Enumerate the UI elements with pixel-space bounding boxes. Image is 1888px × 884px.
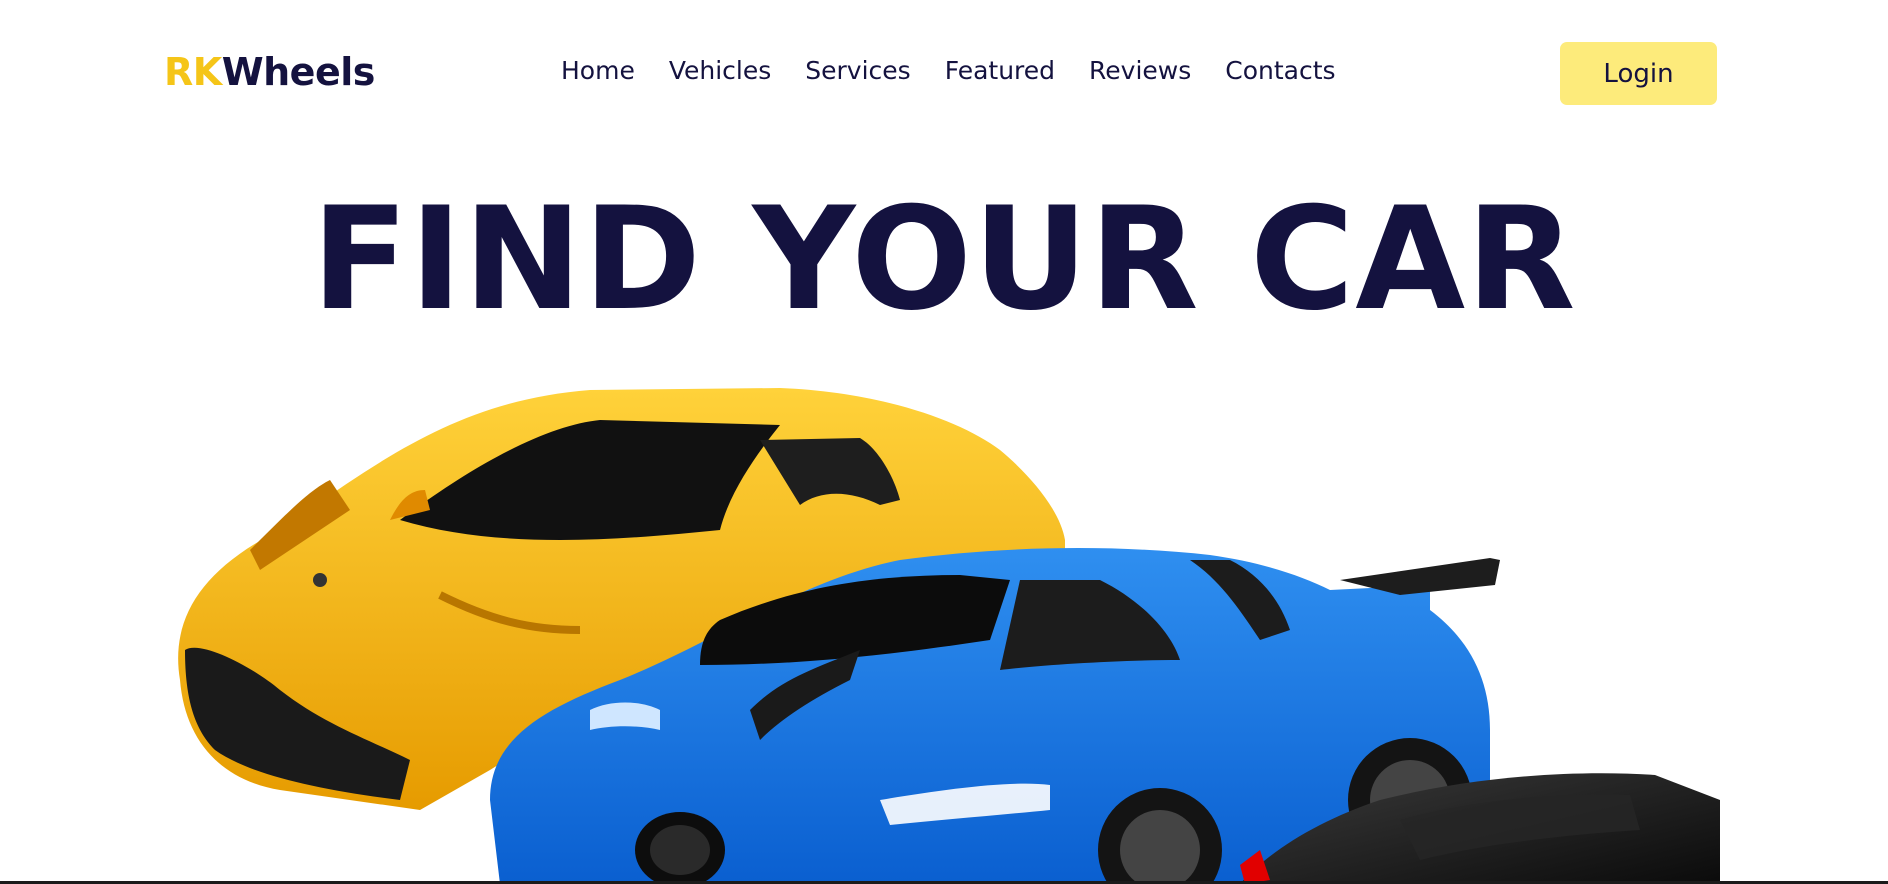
nav-link-vehicles[interactable]: Vehicles: [669, 56, 771, 85]
nav-link-services[interactable]: Services: [805, 56, 910, 85]
brand-logo-part-rk: RK: [164, 50, 222, 94]
nav-link-reviews[interactable]: Reviews: [1089, 56, 1191, 85]
hero-title: FIND YOUR CAR: [311, 177, 1577, 342]
brand-logo-part-wheels: Wheels: [221, 50, 376, 94]
nav-item-services: Services: [805, 56, 910, 85]
header: RKWheels Home Vehicles Services Featured…: [0, 0, 1888, 150]
nav-item-vehicles: Vehicles: [669, 56, 771, 85]
nav-item-featured: Featured: [945, 56, 1055, 85]
nav-link-home[interactable]: Home: [561, 56, 635, 85]
nav-item-reviews: Reviews: [1089, 56, 1191, 85]
login-button[interactable]: Login: [1560, 42, 1717, 105]
nav-item-home: Home: [561, 56, 635, 85]
brand-logo[interactable]: RKWheels: [164, 50, 375, 94]
nav-item-contacts: Contacts: [1225, 56, 1335, 85]
main-nav: Home Vehicles Services Featured Reviews …: [561, 56, 1336, 85]
nav-link-featured[interactable]: Featured: [945, 56, 1055, 85]
hero-cars-image: [178, 388, 1720, 884]
nav-link-contacts[interactable]: Contacts: [1225, 56, 1335, 85]
